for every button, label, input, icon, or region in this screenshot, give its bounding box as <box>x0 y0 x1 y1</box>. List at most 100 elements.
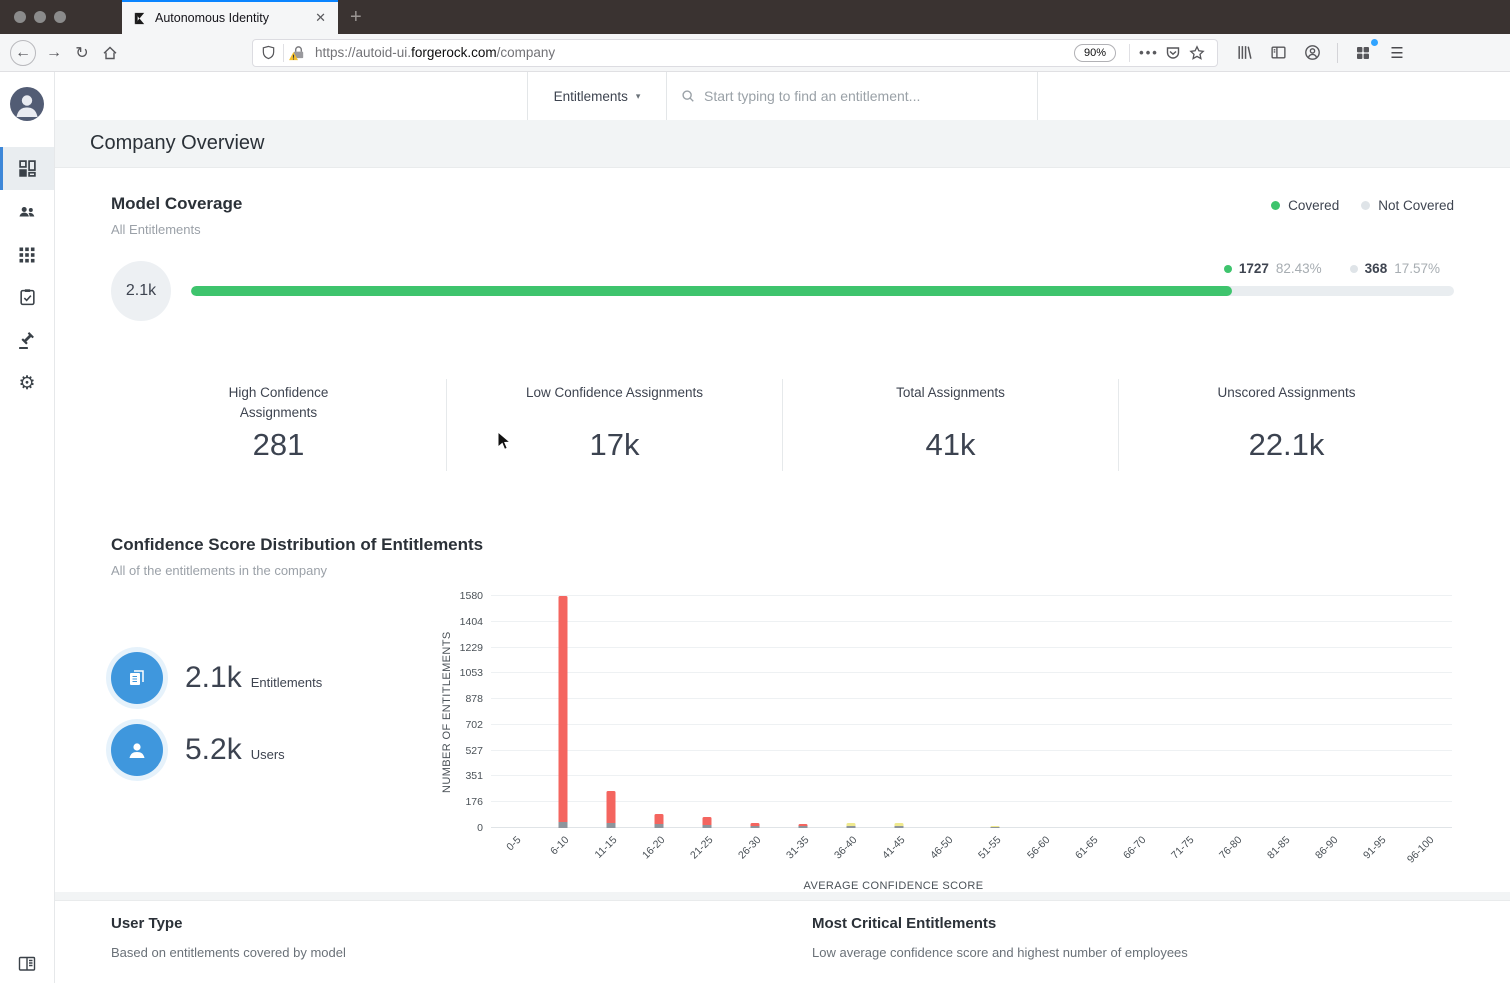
urlbar-divider <box>283 43 284 62</box>
zoom-window-button[interactable] <box>54 11 66 23</box>
y-tick-176: 176 <box>465 796 483 809</box>
page-header: Company Overview <box>55 120 1510 167</box>
stat-value: 17k <box>589 427 640 462</box>
confidence-chart: NUMBER OF ENTITLEMENTS 0 176 351 527 702 878 1… <box>441 590 1454 892</box>
covered-dot-icon <box>1271 201 1281 210</box>
refresh-button[interactable]: ↻ <box>68 39 96 67</box>
stat-value: 41k <box>925 427 976 462</box>
forward-button[interactable]: → <box>40 39 68 67</box>
bar-segment-unscored-base <box>798 825 808 828</box>
summary-value: 5.2k <box>185 733 242 766</box>
user-type-subtitle: Based on entitlements covered by model <box>111 945 346 960</box>
user-avatar[interactable] <box>10 87 44 121</box>
bar-col-6-10: 6-10 <box>539 596 587 857</box>
home-button[interactable] <box>96 39 124 67</box>
coverage-legend: Covered Not Covered <box>1271 198 1454 213</box>
extension-icon[interactable] <box>1351 38 1378 65</box>
bookmark-star-icon[interactable] <box>1185 41 1209 65</box>
menu-icon[interactable]: ☰ <box>1385 41 1409 65</box>
bar-col-41-45: 41-45 <box>875 596 923 861</box>
bar-11-15 <box>606 790 616 828</box>
search-filter-label: Entitlements <box>553 88 628 104</box>
minimize-window-button[interactable] <box>34 11 46 23</box>
url-text[interactable]: https://autoid-ui.forgerock.com/company <box>315 45 555 60</box>
bar-col-21-25: 21-25 <box>683 596 731 861</box>
bar-col-51-55: 51-55 <box>971 596 1019 861</box>
search-input[interactable] <box>704 88 1037 104</box>
y-tick-1404: 1404 <box>459 615 483 628</box>
most-critical-title: Most Critical Entitlements <box>812 915 997 932</box>
zoom-level-badge[interactable]: 90% <box>1073 43 1116 62</box>
summary-value: 2.1k <box>185 661 242 694</box>
bar-col-11-15: 11-15 <box>587 596 635 861</box>
user-icon <box>111 724 163 776</box>
gavel-icon <box>19 331 34 349</box>
sidebar-item-certifications[interactable] <box>0 276 54 319</box>
bar-col-91-95: 91-95 <box>1356 596 1404 861</box>
y-tick-878: 878 <box>465 693 483 706</box>
sidebar-item-rules[interactable] <box>0 319 54 362</box>
bar-21-25 <box>702 817 712 828</box>
bottom-sections: User Type Based on entitlements covered … <box>55 900 1510 983</box>
stat-label: Total Assignments <box>896 385 1005 400</box>
mixed-content-warning-icon <box>289 52 298 61</box>
sidebar-item-dashboard[interactable] <box>0 147 54 190</box>
y-tick-0: 0 <box>477 822 483 834</box>
connection-lock-icon[interactable] <box>289 45 306 61</box>
summary-item-entitlements: 2.1k Entitlements <box>111 652 441 704</box>
bar-col-76-80: 76-80 <box>1212 596 1260 861</box>
pocket-icon[interactable] <box>1161 41 1185 65</box>
sidebars-icon[interactable] <box>1266 41 1290 65</box>
chart-plot: 0 176 351 527 702 878 1053 1229 1404 1580 0-5 6-10 1… <box>460 590 1452 866</box>
urlbar-divider-2 <box>1129 43 1130 62</box>
sidebar-item-settings[interactable]: ⚙ <box>0 362 54 405</box>
titlebar: Autonomous Identity ✕ + <box>0 0 1510 34</box>
sidebar-docs-button[interactable] <box>17 955 37 973</box>
search-icon <box>682 90 694 102</box>
x-tick-61-65: 61-65 <box>1072 834 1101 862</box>
url-bar[interactable]: https://autoid-ui.forgerock.com/company … <box>252 38 1218 67</box>
bar-segment-low-confidence <box>558 596 568 823</box>
sidebar-item-entitlements[interactable] <box>0 233 54 276</box>
stat-col-3: Unscored Assignments 22.1k <box>1118 379 1454 471</box>
bar-31-35 <box>798 824 808 828</box>
account-icon[interactable] <box>1300 41 1324 65</box>
stat-value: 281 <box>252 427 305 462</box>
tracking-protection-shield-icon[interactable] <box>261 45 276 60</box>
main-content: Entitlements ▾ Company Overview M <box>55 72 1510 983</box>
stat-col-0: High Confidence Assignments 281 <box>111 379 446 471</box>
y-tick-1053: 1053 <box>459 667 483 680</box>
new-tab-button[interactable]: + <box>338 0 374 34</box>
browser-tab[interactable]: Autonomous Identity ✕ <box>122 0 338 34</box>
x-tick-6-10: 6-10 <box>548 834 572 858</box>
coverage-progress-track <box>191 286 1454 296</box>
bar-col-46-50: 46-50 <box>923 596 971 861</box>
library-icon[interactable] <box>1232 41 1256 65</box>
bar-col-31-35: 31-35 <box>779 596 827 861</box>
y-tick-702: 702 <box>465 718 483 731</box>
close-window-button[interactable] <box>14 11 26 23</box>
stat-label: High Confidence Assignments <box>228 385 329 420</box>
bar-col-71-75: 71-75 <box>1164 596 1212 861</box>
bars-row: 0-5 6-10 11-15 16-20 21-25 26-30 31-35 36-40 41-… <box>491 596 1452 866</box>
model-coverage-subtitle: All Entitlements <box>111 222 201 237</box>
summary-label: Users <box>250 747 285 762</box>
back-button[interactable]: ← <box>10 39 36 66</box>
y-tick-351: 351 <box>465 770 483 783</box>
bar-col-56-60: 56-60 <box>1020 596 1068 861</box>
clipboard-check-icon <box>19 289 35 306</box>
x-tick-31-35: 31-35 <box>784 834 812 862</box>
dashboard-icon <box>18 160 36 177</box>
legend-item-covered: Covered <box>1271 198 1339 213</box>
search-filter-dropdown[interactable]: Entitlements ▾ <box>527 72 667 120</box>
bar-26-30 <box>750 822 760 828</box>
page-actions-icon[interactable]: ••• <box>1137 41 1161 65</box>
home-icon <box>103 46 117 59</box>
sidebar-item-identities[interactable] <box>0 190 54 233</box>
bar-col-36-40: 36-40 <box>827 596 875 861</box>
bar-segment-low-confidence <box>654 814 664 825</box>
x-tick-41-45: 41-45 <box>880 834 908 862</box>
bar-41-45 <box>894 823 904 828</box>
model-coverage-title: Model Coverage <box>111 194 243 213</box>
tab-close-icon[interactable]: ✕ <box>313 10 328 26</box>
